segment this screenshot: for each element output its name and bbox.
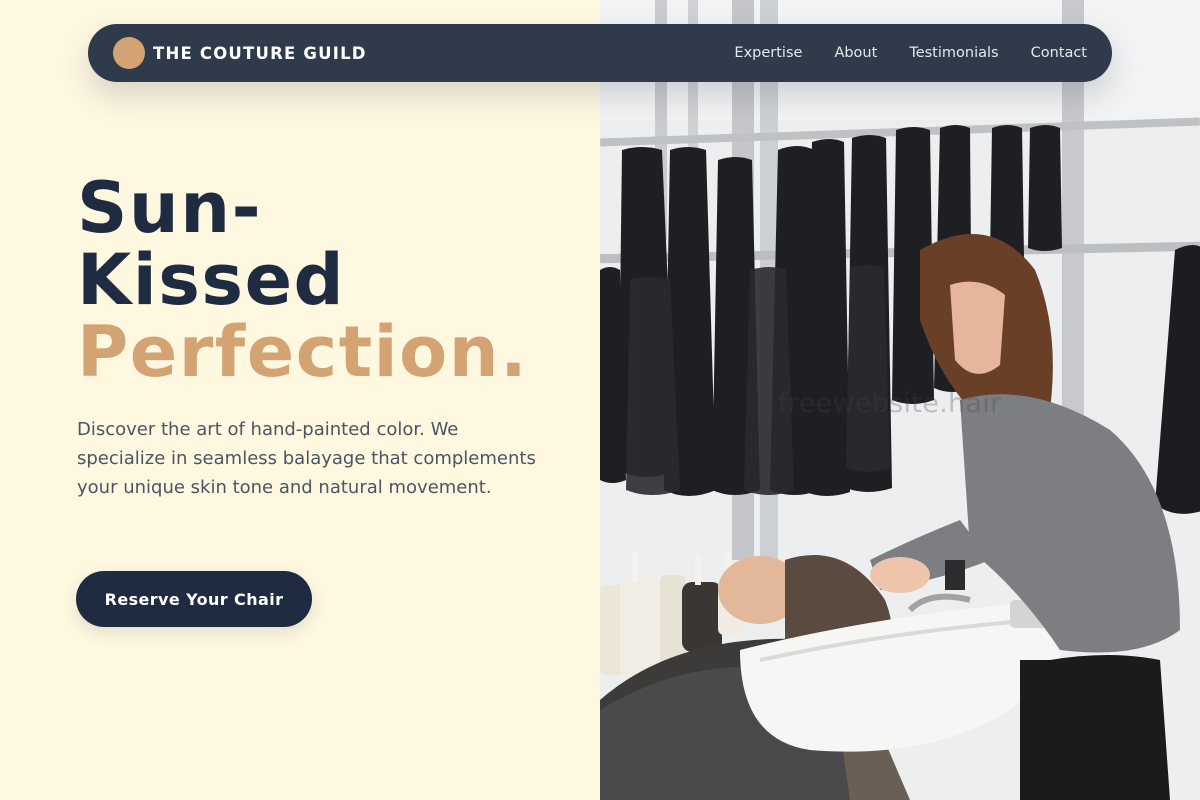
hero-image: freewebsite.hair (600, 0, 1200, 800)
headline-line-1: Sun- (77, 167, 263, 249)
nav-link-contact[interactable]: Contact (1031, 45, 1087, 61)
watermark: freewebsite.hair (778, 388, 1002, 419)
hero-panel: Sun- Kissed Perfection. Discover the art… (0, 0, 600, 800)
top-nav: THE COUTURE GUILD Expertise About Testim… (88, 24, 1112, 82)
reserve-chair-button[interactable]: Reserve Your Chair (76, 571, 312, 627)
hero-headline: Sun- Kissed Perfection. (77, 172, 528, 388)
brand[interactable]: THE COUTURE GUILD (113, 37, 367, 69)
headline-line-2: Kissed (77, 239, 346, 321)
nav-link-testimonials[interactable]: Testimonials (909, 45, 998, 61)
nav-link-expertise[interactable]: Expertise (734, 45, 802, 61)
brand-logo-icon (113, 37, 145, 69)
hero-description: Discover the art of hand-painted color. … (77, 419, 536, 498)
brand-name: THE COUTURE GUILD (153, 43, 367, 63)
nav-link-about[interactable]: About (834, 45, 877, 61)
page: Sun- Kissed Perfection. Discover the art… (0, 0, 1200, 800)
nav-links: Expertise About Testimonials Contact (734, 45, 1087, 61)
headline-accent: Perfection. (77, 311, 529, 393)
